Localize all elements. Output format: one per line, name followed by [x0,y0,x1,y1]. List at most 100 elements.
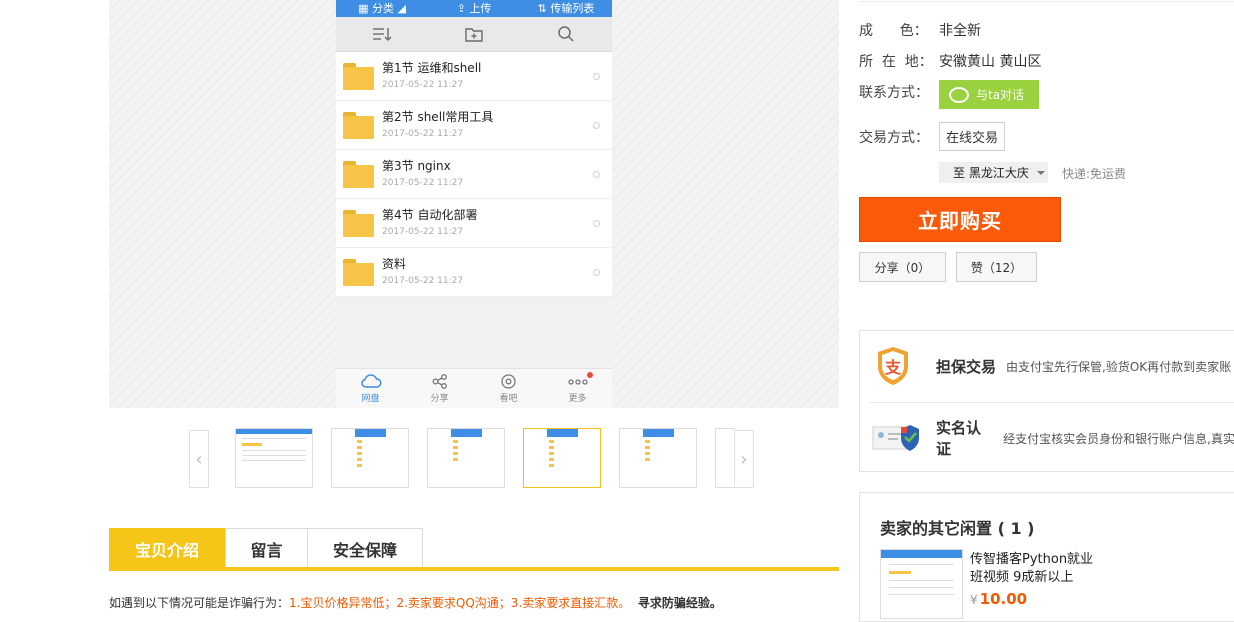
phone-tab-category: ▦ 分类 ◢ [358,2,406,15]
phone-top-tabs: ▦ 分类 ◢ ⇪ 上传 ⇅ 传输列表 [336,0,612,17]
shipping-destination: 至 黑龙江大庆 [953,166,1029,180]
seller-item-price-row: ¥10.00 [970,590,1027,608]
cloud-icon [360,374,381,388]
thumb-prev-button[interactable]: ‹ [189,430,209,488]
trade-label: 交易方式： [859,129,929,146]
anti-fraud-link[interactable]: 寻求防骗经验。 [638,596,722,610]
divider [859,1,1234,2]
tab-messages[interactable]: 留言 [225,528,308,568]
file-row: 第1节 运维和shell 2017-05-22 11:27 [336,52,612,101]
folder-icon [343,258,374,286]
seller-item-title[interactable]: 传智播客Python就业班视频 9成新以上 [970,551,1100,587]
detail-tabs: 宝贝介绍 留言 安全保障 [109,528,839,572]
chevron-right-icon: › [740,448,748,470]
folder-icon [343,160,374,188]
phone-nav-watch: 看吧 [474,369,543,408]
buy-now-button[interactable]: 立即购买 [859,197,1061,242]
folder-icon [343,62,374,90]
grid-icon: ▦ [358,2,372,15]
seller-item-thumbnail[interactable] [880,549,963,619]
phone-nav-netdisk: 网盘 [336,369,405,408]
file-name: 资料 [382,257,407,271]
warning-points: 1.宝贝价格异常低；2.卖家要求QQ沟通；3.卖家要求直接汇款。 [289,596,631,610]
eye-icon [501,374,516,389]
escrow-title: 担保交易 [936,357,997,376]
radio-icon [593,220,600,227]
file-row: 第4节 自动化部署 2017-05-22 11:27 [336,199,612,248]
thumbnail[interactable] [427,428,505,488]
phone-nav-share: 分享 [405,369,474,408]
location-value: 安徽黄山 黄山区 [939,54,1042,70]
phone-bottom-nav: 网盘 分享 看吧 更多 [336,368,612,408]
file-date: 2017-05-22 11:27 [382,129,464,139]
thumbnail-strip: ‹ › [189,428,754,488]
folder-icon [343,111,374,139]
file-date: 2017-05-22 11:27 [382,276,464,286]
thumbnail[interactable] [619,428,697,488]
seller-other-items: 卖家的其它闲置 ( 1 ) 传智播客Python就业班视频 9成新以上 ¥10.… [859,492,1234,622]
file-name: 第3节 nginx [382,159,451,173]
phone-tab-transfer: ⇅ 传输列表 [537,2,595,15]
id-card-icon [872,423,920,453]
trade-option-online[interactable]: 在线交易 [939,122,1006,151]
thumbnail[interactable] [715,428,735,488]
triangle-icon: ◢ [393,2,406,15]
tab-item-intro[interactable]: 宝贝介绍 [109,528,225,568]
more-icon [567,379,588,385]
alipay-shield-icon: 支 [876,346,910,386]
phone-tab-upload: ⇪ 上传 [456,2,492,15]
transfer-icon: ⇅ [537,2,551,15]
phone-screenshot: ▦ 分类 ◢ ⇪ 上传 ⇅ 传输列表 第1节 运维和shell 2017-05-2… [336,0,612,408]
thumbnail-selected[interactable] [523,428,601,488]
chat-bubble-icon [949,86,969,103]
condition-label: 成 色： [859,23,928,39]
chat-button[interactable]: 与ta对话 [939,80,1039,109]
svg-text:支: 支 [884,358,902,377]
tab-security[interactable]: 安全保障 [307,528,423,568]
radio-icon [593,122,600,129]
escrow-row: 支 担保交易 由支付宝先行保管,验货OK再付款到卖家账 [860,331,1234,401]
shipping-destination-select[interactable]: 至 黑龙江大庆 [939,162,1048,183]
share-button[interactable]: 分享（0） [859,252,946,282]
thumbnail[interactable] [235,428,313,488]
chat-button-label: 与ta对话 [976,88,1025,102]
condition-row: 成 色： 非全新 [859,20,981,40]
seller-section-title: 卖家的其它闲置 ( 1 ) [880,519,1035,538]
currency-symbol: ¥ [970,593,978,607]
condition-value: 非全新 [939,23,981,39]
file-date: 2017-05-22 11:27 [382,227,464,237]
contact-row: 联系方式： 与ta对话 [859,80,1039,109]
thumb-next-button[interactable]: › [734,430,754,488]
radio-icon [593,73,600,80]
search-icon [520,25,612,43]
tabs-underline [109,567,839,571]
file-name: 第4节 自动化部署 [382,208,478,222]
thumbnail[interactable] [331,428,409,488]
guarantee-box: 支 担保交易 由支付宝先行保管,验货OK再付款到卖家账 实名认证 经支付宝核实会… [859,330,1234,472]
folder-icon [343,209,374,237]
location-row: 所 在 地： 安徽黄山 黄山区 [859,51,1041,71]
file-row: 资料 2017-05-22 11:27 [336,248,612,297]
product-main-image[interactable]: ▦ 分类 ◢ ⇪ 上传 ⇅ 传输列表 第1节 运维和shell 2017-05-2… [109,0,839,408]
notification-dot [587,372,593,378]
warning-prefix: 如遇到以下情况可能是诈骗行为： [109,596,290,610]
share-icon [432,374,447,389]
realname-title: 实名认证 [936,419,982,458]
file-date: 2017-05-22 11:27 [382,178,464,188]
like-button[interactable]: 赞（12） [956,252,1037,282]
location-label: 所 在 地： [859,54,933,70]
contact-label: 联系方式： [859,85,929,101]
shipping-info: 快递:免运费 [1062,167,1127,181]
phone-toolbar [336,17,612,52]
chevron-left-icon: ‹ [195,448,203,470]
escrow-desc: 由支付宝先行保管,验货OK再付款到卖家账 [1006,359,1232,374]
sort-icon [336,26,428,42]
file-row: 第3节 nginx 2017-05-22 11:27 [336,150,612,199]
realname-row: 实名认证 经支付宝核实会员身份和银行账户信息,真实 [860,403,1234,473]
file-name: 第2节 shell常用工具 [382,110,494,124]
file-date: 2017-05-22 11:27 [382,80,464,90]
new-folder-icon [428,26,520,42]
file-row: 第2节 shell常用工具 2017-05-22 11:27 [336,101,612,150]
product-info-panel: 成 色： 非全新 所 在 地： 安徽黄山 黄山区 联系方式： 与ta对话 交易方… [859,0,1234,622]
radio-icon [593,269,600,276]
